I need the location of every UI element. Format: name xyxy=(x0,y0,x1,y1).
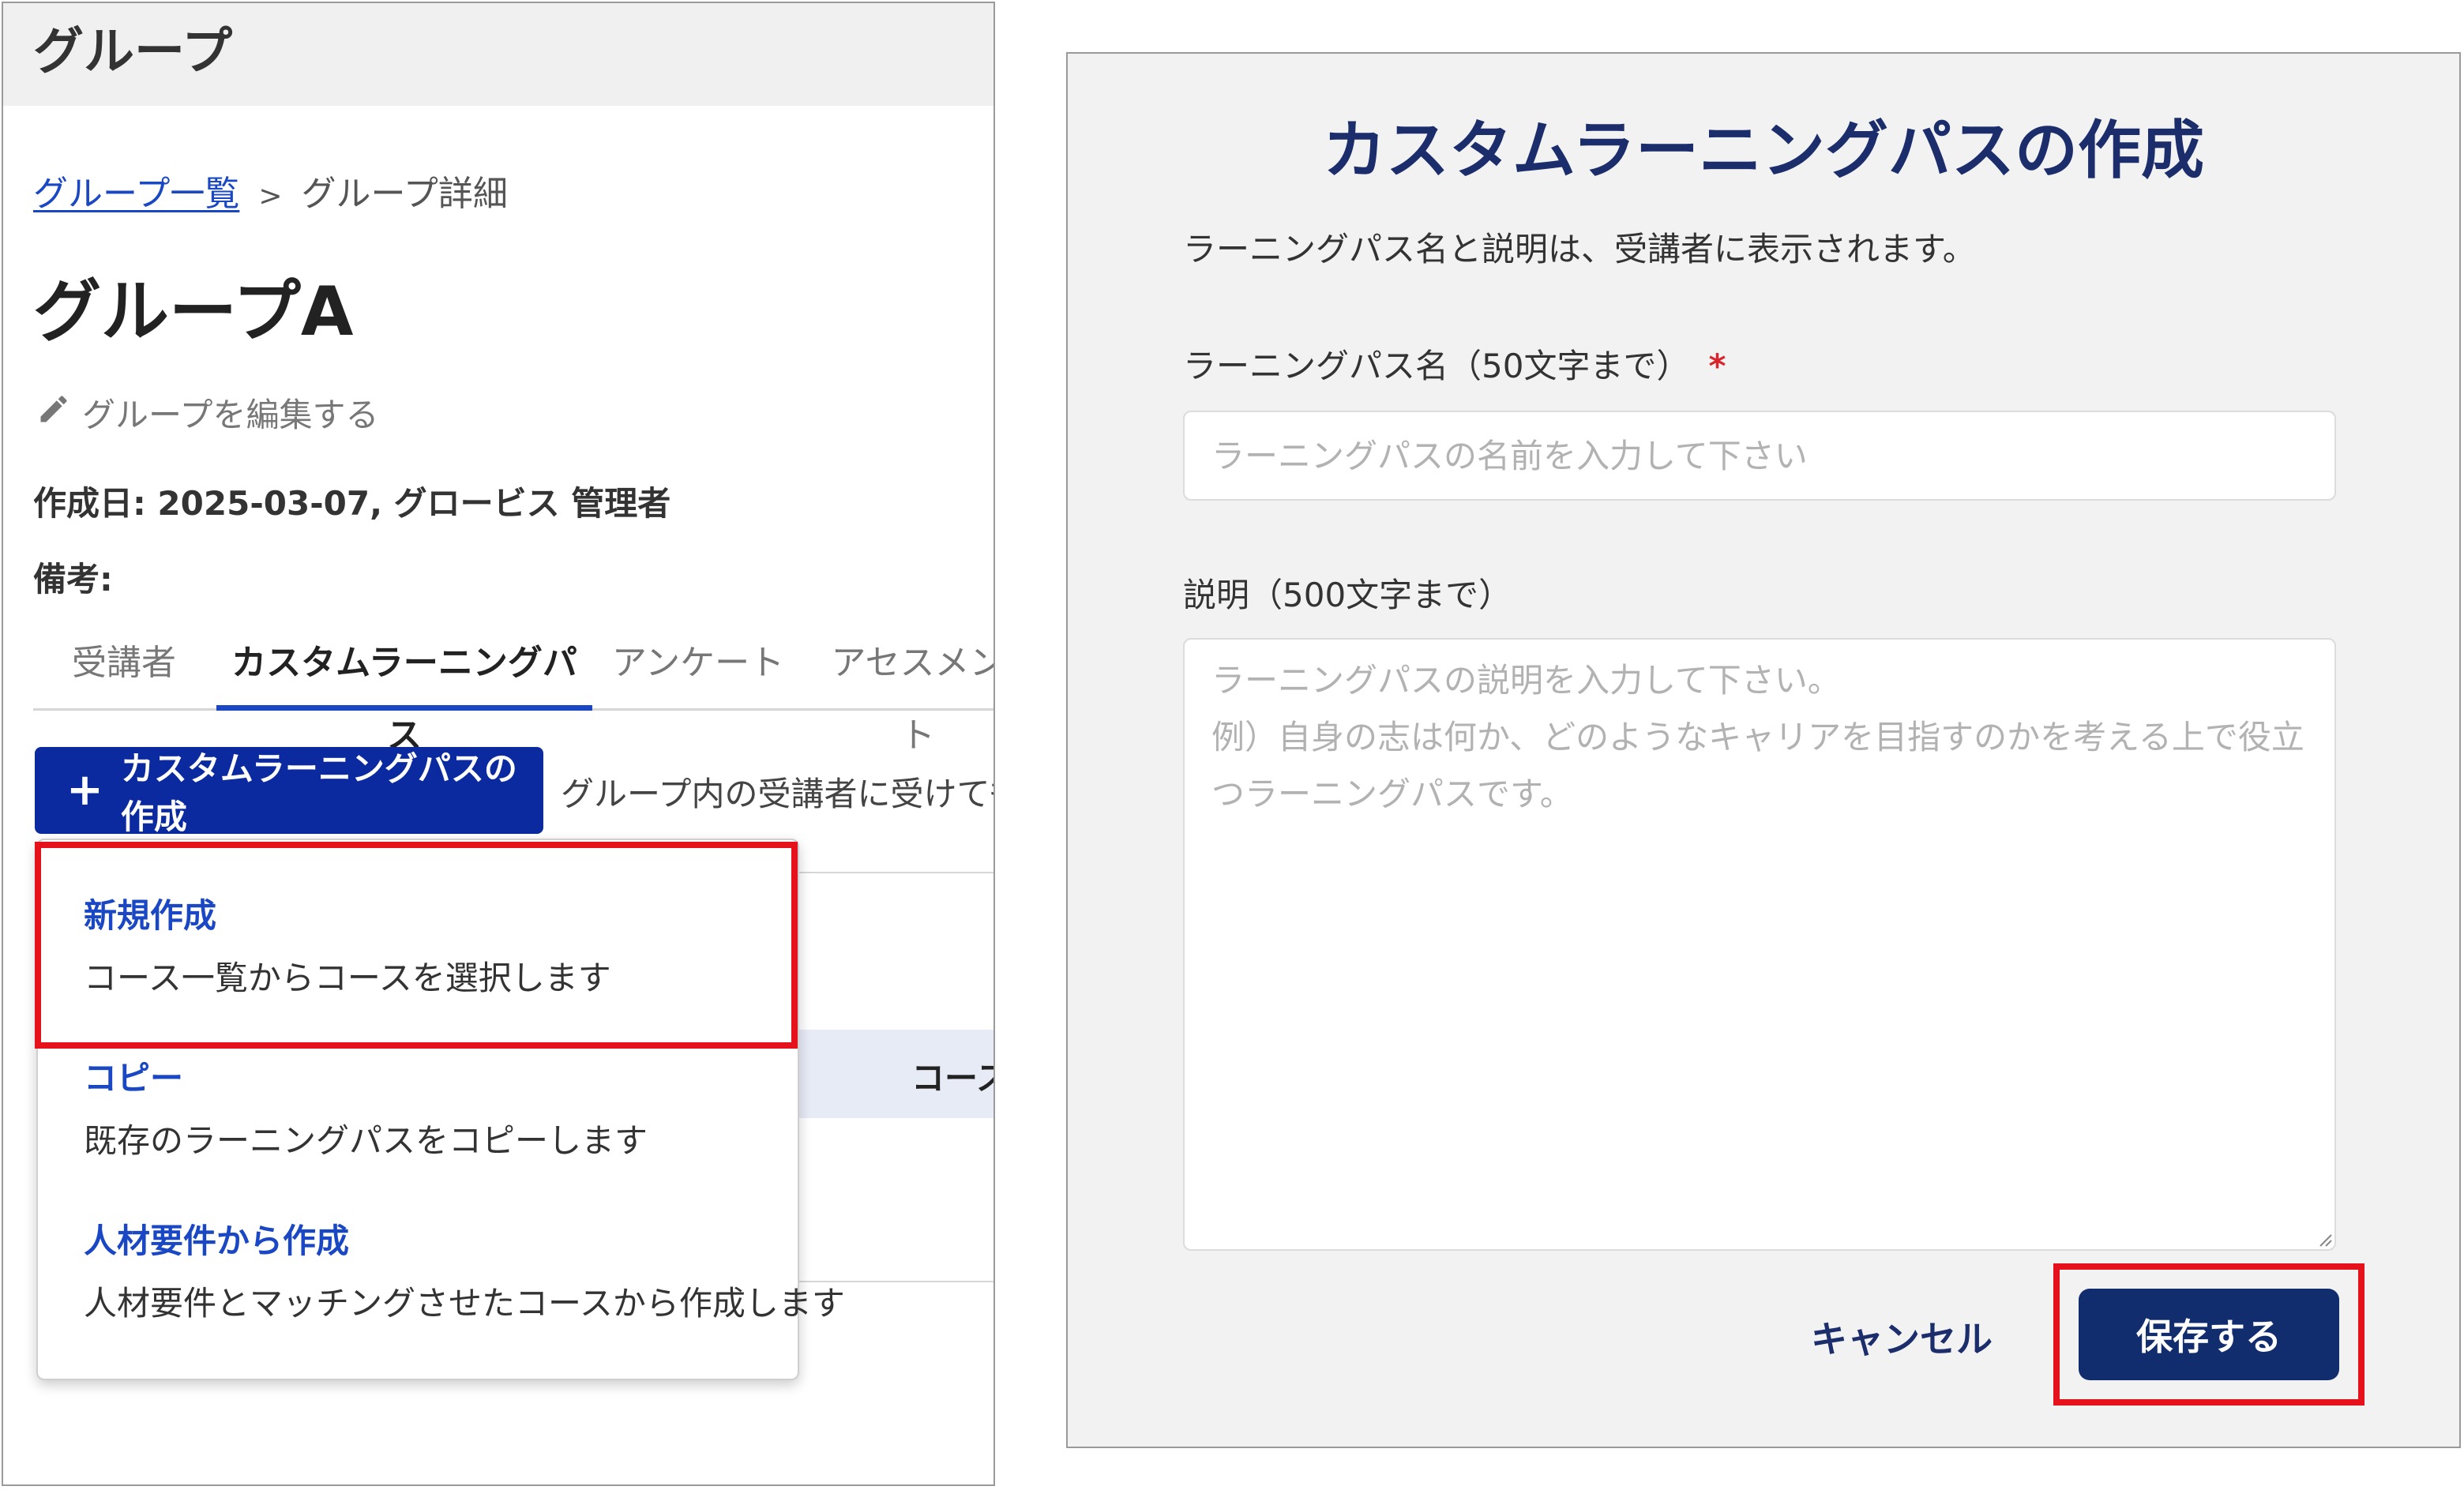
plus-icon: + xyxy=(66,764,103,816)
breadcrumb: グループ一覧 > グループ詳細 xyxy=(33,165,508,216)
edit-group-label: グループを編集する xyxy=(82,396,379,434)
tab-survey[interactable]: アンケート xyxy=(595,627,801,711)
breadcrumb-current: グループ詳細 xyxy=(301,174,508,214)
page-header-title: グループ xyxy=(33,23,233,81)
description-field-label: 説明（500文字まで） xyxy=(1183,576,1512,614)
modal-title: カスタムラーニングパスの作成 xyxy=(1323,114,2204,187)
create-custom-learning-path-button[interactable]: + カスタムラーニングパスの作成 xyxy=(35,747,543,836)
required-mark: * xyxy=(1708,347,1726,385)
breadcrumb-group-list-link[interactable]: グループ一覧 xyxy=(33,174,239,214)
dropdown-item-title: 人材要件から作成 xyxy=(84,1222,350,1260)
dropdown-item-from-requirements[interactable]: 人材要件から作成 人材要件とマッチングさせたコースから作成します xyxy=(84,1214,845,1325)
name-label-text: ラーニングパス名（50文字まで） xyxy=(1183,347,1690,385)
cancel-button[interactable]: キャンセル xyxy=(1799,1293,2004,1380)
dropdown-item-description: 既存のラーニングパスをコピーします xyxy=(84,1121,648,1160)
edit-group-link[interactable]: グループを編集する xyxy=(36,388,378,437)
tab-bar: 受講者 カスタムラーニングパス アンケート アセスメント xyxy=(33,627,993,756)
save-button[interactable]: 保存する xyxy=(2079,1289,2339,1380)
create-button-label: カスタムラーニングパスの作成 xyxy=(120,749,517,836)
breadcrumb-separator: > xyxy=(258,180,283,212)
notes-label: 備考: xyxy=(33,560,113,599)
pencil-icon xyxy=(36,392,71,434)
resize-handle-icon[interactable] xyxy=(2319,1233,2333,1248)
group-detail-panel: グループ グループ一覧 > グループ詳細 グループA グループを編集する 作成日: … xyxy=(2,2,995,1486)
learning-path-name-input[interactable] xyxy=(1183,411,2336,501)
create-options-dropdown: 新規作成 コース一覧からコースを選択します コピー 既存のラーニングパスをコピー… xyxy=(36,839,845,1380)
tab-custom-learning-path[interactable]: カスタムラーニングパス xyxy=(216,627,592,756)
create-hint-text: グループ内の受講者に受けても xyxy=(561,775,995,813)
group-title: グループA xyxy=(33,272,354,351)
created-info: 作成日: 2025-03-07, グロービス 管理者 xyxy=(33,484,671,523)
learning-path-description-input[interactable] xyxy=(1183,638,2336,1251)
modal-subtitle: ラーニングパス名と説明は、受講者に表示されます。 xyxy=(1183,230,1976,268)
dropdown-item-title: コピー xyxy=(84,1059,184,1098)
dropdown-item-title: 新規作成 xyxy=(84,896,217,935)
dropdown-item-description: 人材要件とマッチングさせたコースから作成します xyxy=(84,1284,845,1323)
name-field-label: ラーニングパス名（50文字まで） * xyxy=(1183,340,1726,388)
tab-assessment[interactable]: アセスメント xyxy=(815,627,993,756)
dropdown-item-description: コース一覧からコースを選択します xyxy=(84,959,611,997)
table-column-header: コース xyxy=(911,1059,993,1098)
create-learning-path-modal: カスタムラーニングパスの作成 ラーニングパス名と説明は、受講者に表示されます。 … xyxy=(1066,52,2461,1448)
page-header: グループ xyxy=(3,3,993,106)
dropdown-item-copy[interactable]: コピー 既存のラーニングパスをコピーします xyxy=(84,1052,648,1162)
tab-learners[interactable]: 受講者 xyxy=(33,627,215,711)
dropdown-item-new[interactable]: 新規作成 コース一覧からコースを選択します xyxy=(84,889,611,1000)
